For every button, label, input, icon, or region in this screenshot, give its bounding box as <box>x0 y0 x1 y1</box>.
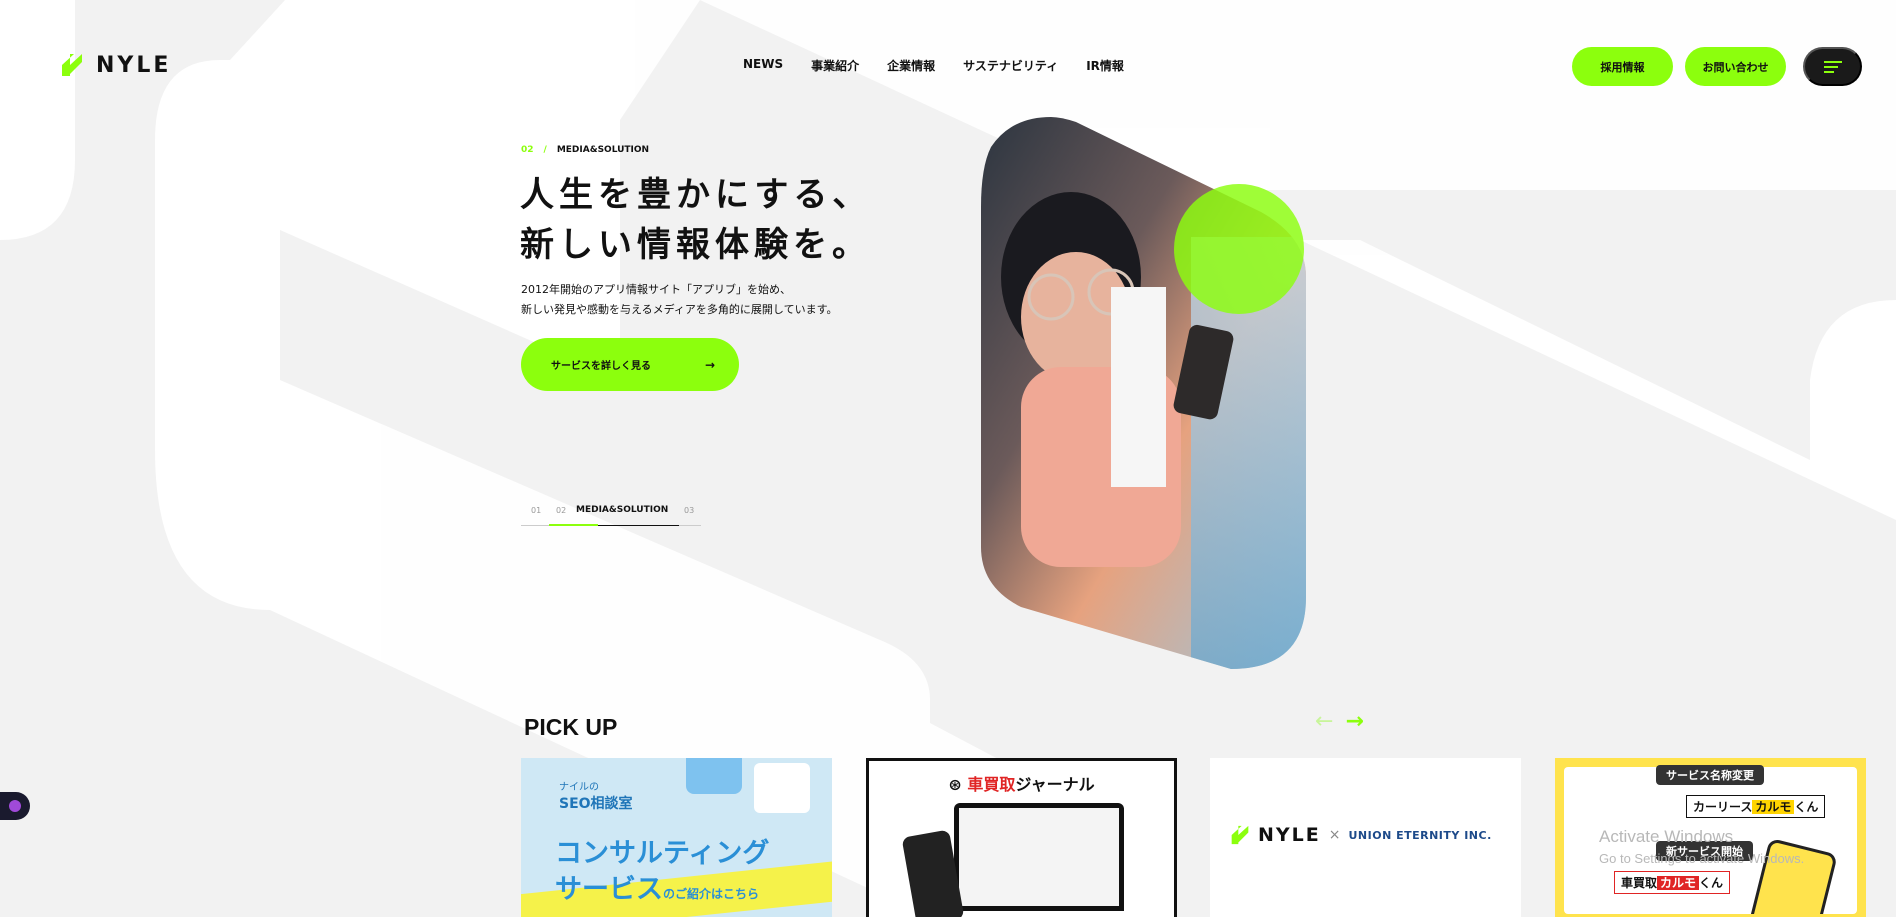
logo-text: NYLE <box>96 52 172 78</box>
watermark-sub: Go to Settings to activate Windows. <box>1599 851 1805 866</box>
card-brand-small: ナイルの <box>559 782 599 793</box>
card-title-b: 買取 <box>983 775 1016 794</box>
pickup-card-partnership[interactable]: NYLE × UNION ETERNITY INC. <box>1210 758 1521 917</box>
slide-01-button[interactable]: 01 <box>531 506 541 515</box>
side-widget-button[interactable] <box>0 792 30 820</box>
nav-item-sustainability[interactable]: サステナビリティ <box>963 57 1058 74</box>
extension-icon <box>9 800 21 812</box>
crumb-label: MEDIA&SOLUTION <box>556 145 650 155</box>
tire-icon: ⊛ <box>948 775 962 794</box>
hero-slider-indicator: 01 02 MEDIA&SOLUTION 03 <box>521 502 701 526</box>
service-detail-button[interactable]: サービスを詳しく見る → <box>521 338 739 391</box>
contact-button[interactable]: お問い合わせ <box>1685 47 1786 86</box>
hero-desc-line2: 新しい発見や感動を与えるメディアを多角的に展開しています。 <box>521 303 838 316</box>
card-brand-name: SEO相談室 <box>559 796 633 812</box>
nyle-mark-icon <box>62 54 82 76</box>
hamburger-icon <box>1823 60 1842 73</box>
car-buy-badge: 車買取 カルモ くん <box>1614 871 1731 894</box>
nav-item-news[interactable]: NEWS <box>743 57 783 74</box>
card-headline-line1: コンサルティング <box>555 838 770 869</box>
card-headline: コンサルティング サービスのご紹介はこちら <box>555 836 769 912</box>
union-eternity-logo: UNION ETERNITY INC. <box>1348 828 1492 842</box>
hero-image <box>981 117 1306 669</box>
bar-chart-icon <box>686 758 742 794</box>
menu-button[interactable] <box>1803 47 1862 86</box>
hero-title: 人生を豊かにする、 新しい情報体験を。 <box>520 170 871 270</box>
hero-title-line1: 人生を豊かにする、 <box>520 175 872 215</box>
card-brand: ナイルの SEO相談室 <box>559 778 633 813</box>
card-title: ⊛ 車買取ジャーナル <box>869 771 1174 795</box>
laptop-image <box>954 803 1124 911</box>
nyle-logo[interactable]: NYLE <box>60 52 171 78</box>
rename-tag: サービス名称変更 <box>1656 765 1764 785</box>
arrow-left-icon[interactable]: ← <box>1315 711 1333 733</box>
hero-description: 2012年開始のアプリ情報サイト「アプリブ」を始め、 新しい発見や感動を与えるメ… <box>521 280 837 320</box>
nav-item-business[interactable]: 事業紹介 <box>811 57 859 74</box>
slide-active-label: MEDIA&SOLUTION <box>576 505 669 515</box>
card-title-a: 車 <box>967 775 984 794</box>
arrow-right-icon: → <box>704 357 715 372</box>
cta-label: サービスを詳しく見る <box>551 361 651 372</box>
card-title-c: ジャーナル <box>1015 775 1095 794</box>
pickup-card-seo[interactable]: ナイルの SEO相談室 コンサルティング サービスのご紹介はこちら <box>521 758 832 917</box>
crumb-number: 02 <box>521 145 534 155</box>
recruit-button[interactable]: 採用情報 <box>1572 47 1673 86</box>
car-lease-badge: カーリース カルモ くん <box>1686 795 1826 818</box>
pickup-heading: PICK UP <box>524 714 618 740</box>
arrow-right-icon[interactable]: → <box>1345 711 1363 733</box>
chart-icon <box>754 763 810 813</box>
pickup-nav: ← → <box>1315 711 1364 733</box>
cross-symbol: × <box>1328 827 1341 843</box>
card-headline-sub: のご紹介はこちら <box>663 887 760 901</box>
windows-activation-watermark: Activate Windows Go to Settings to activ… <box>1599 826 1804 870</box>
slide-02-button[interactable]: 02 <box>556 506 566 515</box>
pickup-card-kaitori-journal[interactable]: ⊛ 車買取ジャーナル <box>866 758 1177 917</box>
slide-03-button[interactable]: 03 <box>684 506 694 515</box>
slider-progress-bar <box>549 524 598 526</box>
hero-desc-line1: 2012年開始のアプリ情報サイト「アプリブ」を始め、 <box>521 283 791 296</box>
crumb-slash: / <box>543 145 547 155</box>
partner-logos: NYLE × UNION ETERNITY INC. <box>1230 824 1492 846</box>
hero-title-line2: 新しい情報体験を。 <box>520 225 871 265</box>
card-headline-line2: サービス <box>555 874 663 905</box>
nyle-logo-text: NYLE <box>1258 824 1321 846</box>
nyle-mark-icon <box>1231 825 1249 845</box>
nav-item-company[interactable]: 企業情報 <box>887 57 935 74</box>
main-nav: NEWS 事業紹介 企業情報 サステナビリティ IR情報 <box>743 57 1124 74</box>
nav-item-ir[interactable]: IR情報 <box>1086 57 1124 74</box>
watermark-title: Activate Windows <box>1599 827 1734 846</box>
hero-breadcrumb: 02 / MEDIA&SOLUTION <box>521 145 649 155</box>
